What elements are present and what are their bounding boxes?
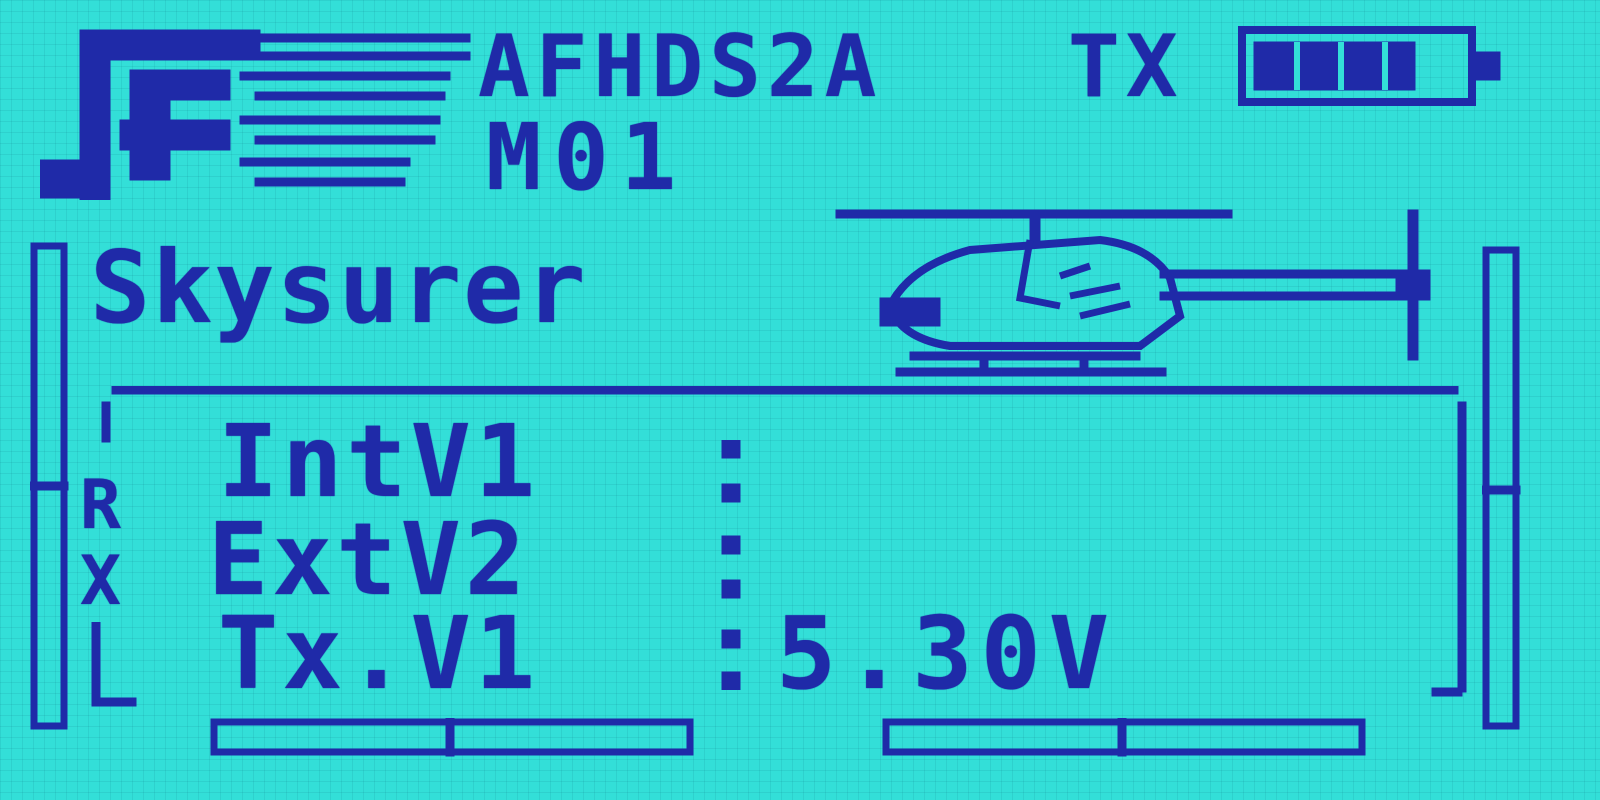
voltage-label-txv1: Tx.V1 <box>218 595 540 712</box>
right-trim-bar <box>1482 246 1521 730</box>
protocol-label: AFHDS2A <box>478 17 883 117</box>
rx-bracket-icon <box>91 622 137 707</box>
rx-indicator-x: X <box>80 542 121 621</box>
left-trim-bar <box>30 242 69 730</box>
model-number: M01 <box>486 104 689 211</box>
voltage-value-txv1: 5.30V <box>776 595 1118 712</box>
bottom-right-trim-bar <box>882 718 1366 757</box>
rx-indicator-r: R <box>80 466 121 545</box>
helicopter-icon <box>835 209 1431 377</box>
bottom-left-trim-bar <box>210 718 694 757</box>
device-label: TX <box>1068 17 1184 117</box>
battery-icon <box>1238 26 1501 106</box>
model-name: Skysurer <box>90 229 588 346</box>
colon-separators <box>721 440 741 690</box>
flysky-logo-icon <box>40 29 471 200</box>
lcd-screen: AFHDS2A TX M01 Skysurer R X IntV1 ExtV2 … <box>0 0 1600 800</box>
voltage-label-intv1: IntV1 <box>218 403 540 520</box>
